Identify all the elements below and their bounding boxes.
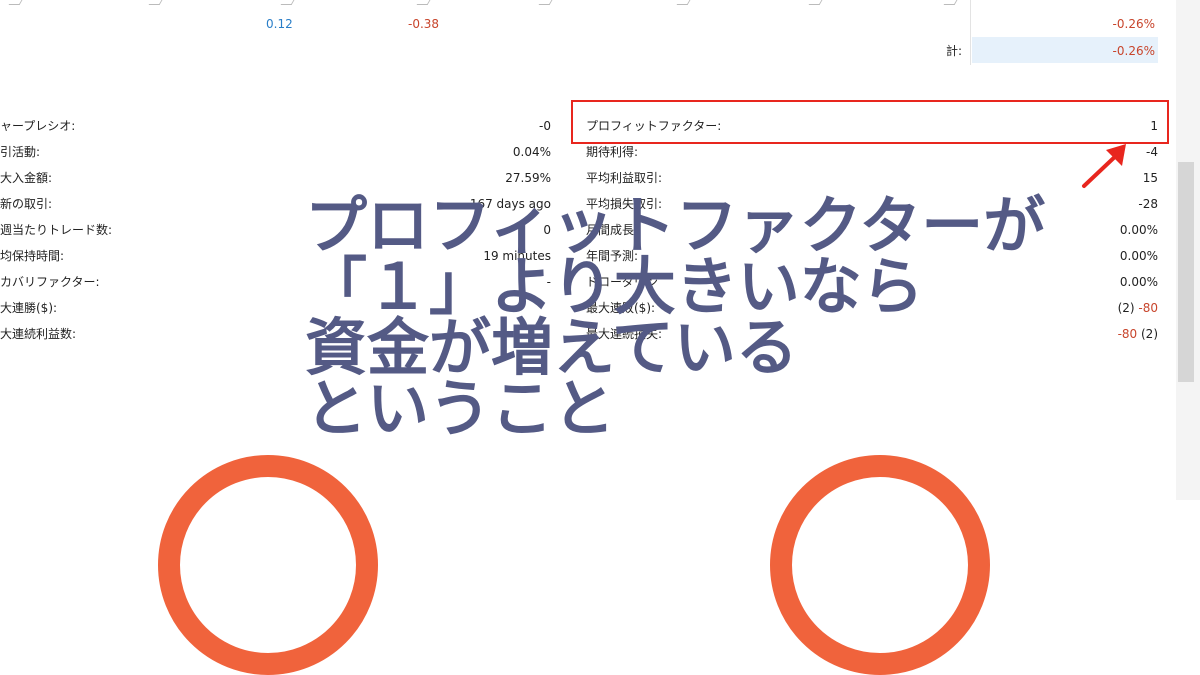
stat-value: -0 — [539, 119, 551, 133]
stat-label: 大連続利益数: — [0, 327, 77, 341]
stat-label: カバリファクター: — [0, 275, 100, 289]
row-value-negative: -0.38 — [408, 17, 440, 31]
stat-label: 期待利得: — [586, 145, 639, 159]
total-label: 計: — [946, 44, 963, 58]
overlay-annotation: プロフィットファクターが 「１」より大きいなら 資金が増えている ということ — [305, 189, 1105, 445]
stat-amount: -80 — [1117, 327, 1138, 341]
row-value-positive: 0.12 — [266, 17, 293, 31]
stat-label: 平均利益取引: — [586, 171, 663, 185]
stat-label: 大連勝($): — [0, 301, 58, 315]
stat-label: 引活動: — [0, 145, 41, 159]
row-percent: -0.26% — [1112, 17, 1155, 31]
overlay-line: 資金が増えている — [305, 311, 798, 384]
scrollbar-thumb[interactable] — [1178, 162, 1194, 382]
stat-label: 週当たりトレード数: — [0, 223, 113, 237]
stat-label: 大入金額: — [0, 171, 53, 185]
stat-count: (2) — [1141, 327, 1158, 341]
overlay-line: プロフィットファクターが — [305, 189, 1046, 262]
stat-label: 新の取引: — [0, 197, 53, 211]
overlay-line: ということ — [305, 372, 616, 445]
stat-amount: -80 — [1138, 301, 1158, 315]
profit-factor-highlight-box — [571, 100, 1169, 144]
arrow-icon — [1082, 144, 1126, 188]
column-header-strip — [0, 0, 1160, 6]
stat-label: 均保持時間: — [0, 249, 65, 263]
total-value: -0.26% — [1112, 44, 1155, 58]
decorative-ring-right — [770, 455, 990, 675]
stat-value: 27.59% — [505, 171, 551, 185]
stat-count: (2) — [1117, 301, 1135, 315]
decorative-ring-left — [158, 455, 378, 675]
stat-label: ャープレシオ: — [0, 119, 76, 133]
stat-value: 0.04% — [512, 145, 551, 159]
overlay-line: 「１」より大きいなら — [305, 250, 924, 323]
